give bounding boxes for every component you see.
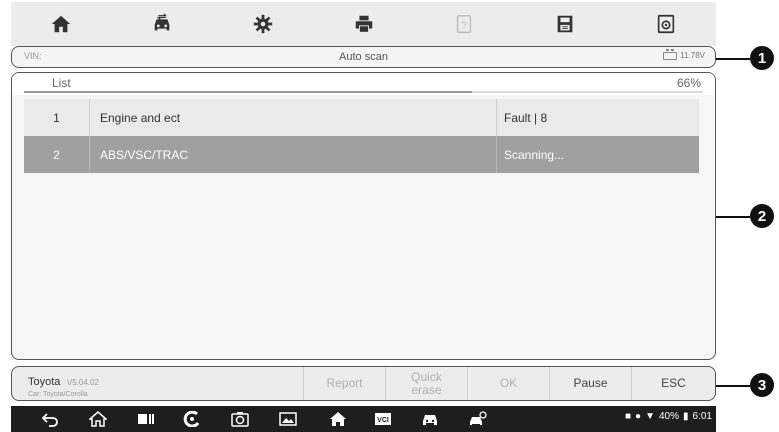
settings-gear-icon bbox=[253, 14, 272, 34]
android-navigation-bar: VCI ■ ● ▼ 40% ▮ 6:01 bbox=[11, 406, 716, 432]
list-row-selected[interactable]: 2 ABS/VSC/TRAC Scanning... bbox=[24, 136, 699, 173]
svg-text:?: ? bbox=[461, 21, 467, 32]
car-button[interactable] bbox=[421, 410, 439, 428]
main-panel: List 66% 1 Engine and ect Fault | 8 2 AB… bbox=[11, 72, 716, 360]
message-icon: ■ bbox=[625, 411, 632, 422]
data-logging-button[interactable] bbox=[615, 2, 716, 46]
system-list: 1 Engine and ect Fault | 8 2 ABS/VSC/TRA… bbox=[24, 99, 699, 173]
chrome-icon bbox=[183, 411, 200, 427]
progress-percent: 66% bbox=[676, 76, 701, 90]
screenshot-button[interactable] bbox=[279, 410, 297, 428]
report-button[interactable]: Report bbox=[304, 367, 386, 400]
system-name: Engine and ect bbox=[90, 99, 497, 136]
system-status: Fault | 8 bbox=[504, 110, 548, 125]
car-diagnose-button[interactable] bbox=[469, 410, 487, 428]
camera-icon bbox=[231, 412, 249, 427]
wifi-icon: ▼ bbox=[645, 411, 655, 422]
app-home-icon bbox=[330, 412, 346, 426]
vci-icon: VCI bbox=[375, 413, 391, 425]
callout-3: 3 bbox=[750, 373, 774, 397]
callout-leader-line bbox=[716, 58, 750, 60]
quick-erase-label-line2: erase bbox=[411, 382, 442, 397]
print-icon bbox=[355, 15, 372, 33]
pause-button[interactable]: Pause bbox=[550, 367, 632, 400]
system-status-area: ■ ● ▼ 40% ▮ 6:01 bbox=[625, 411, 712, 422]
quick-erase-label-line1: Quick bbox=[411, 369, 442, 384]
progress-bar bbox=[24, 91, 703, 93]
system-name: ABS/VSC/TRAC bbox=[90, 136, 497, 173]
battery-voltage: 11.78V bbox=[663, 48, 705, 60]
recent-apps-button[interactable] bbox=[137, 410, 155, 428]
camera-button[interactable] bbox=[231, 410, 249, 428]
screenshot-icon bbox=[279, 412, 297, 426]
back-button[interactable] bbox=[41, 410, 59, 428]
help-button[interactable]: ? bbox=[414, 2, 515, 46]
function-bar: Toyota V5.04.02 Car: Toyota/Corolla Repo… bbox=[11, 366, 716, 401]
data-logging-icon bbox=[657, 14, 674, 34]
car-battery-icon bbox=[663, 48, 678, 60]
top-toolbar: ? bbox=[11, 2, 716, 46]
software-version: V5.04.02 bbox=[66, 378, 99, 387]
battery-icon: ▮ bbox=[683, 411, 689, 422]
home-icon bbox=[52, 15, 71, 33]
vehicle-swap-icon bbox=[154, 13, 170, 31]
row-number: 2 bbox=[24, 136, 90, 173]
car-diagnose-icon bbox=[470, 411, 487, 425]
recent-apps-icon bbox=[138, 414, 154, 424]
callout-2: 2 bbox=[750, 204, 774, 228]
voltage-value: 11.78V bbox=[680, 51, 705, 60]
nav-home-button[interactable] bbox=[89, 410, 107, 428]
home-icon bbox=[89, 411, 107, 427]
vehicle-model: Car: Toyota/Corolla bbox=[28, 391, 88, 398]
battery-percent: 40% bbox=[659, 411, 680, 422]
list-header: List 66% bbox=[12, 73, 715, 95]
progress-bar-fill bbox=[24, 91, 473, 93]
callout-leader-line bbox=[716, 216, 750, 218]
callout-leader-line bbox=[716, 385, 750, 387]
list-title: List bbox=[52, 76, 71, 90]
help-icon: ? bbox=[457, 15, 472, 33]
back-icon bbox=[41, 413, 58, 427]
chrome-button[interactable] bbox=[183, 410, 201, 428]
clock: 6:01 bbox=[692, 411, 712, 422]
vci-button[interactable]: VCI bbox=[374, 410, 392, 428]
page-title: Auto scan bbox=[339, 51, 388, 63]
list-row[interactable]: 1 Engine and ect Fault | 8 bbox=[24, 99, 699, 136]
system-status: Scanning... bbox=[504, 147, 565, 162]
settings-button[interactable] bbox=[212, 2, 313, 46]
app-home-button[interactable] bbox=[329, 410, 347, 428]
svg-text:VCI: VCI bbox=[377, 417, 389, 424]
vehicle-make: Toyota bbox=[28, 376, 61, 388]
esc-button[interactable]: ESC bbox=[632, 367, 715, 400]
home-button[interactable] bbox=[11, 2, 112, 46]
save-icon bbox=[557, 15, 573, 33]
car-icon bbox=[423, 415, 437, 425]
save-button[interactable] bbox=[515, 2, 616, 46]
print-button[interactable] bbox=[313, 2, 414, 46]
status-bar: VIN: Auto scan 11.78V bbox=[11, 46, 716, 68]
vehicle-swap-button[interactable] bbox=[112, 2, 213, 46]
callout-1: 1 bbox=[750, 46, 774, 70]
quick-erase-button[interactable]: Quick erase bbox=[386, 367, 468, 400]
ok-button[interactable]: OK bbox=[468, 367, 550, 400]
vehicle-info: Toyota V5.04.02 Car: Toyota/Corolla bbox=[12, 367, 304, 400]
notification-icon: ● bbox=[635, 411, 642, 422]
row-number: 1 bbox=[24, 99, 90, 136]
